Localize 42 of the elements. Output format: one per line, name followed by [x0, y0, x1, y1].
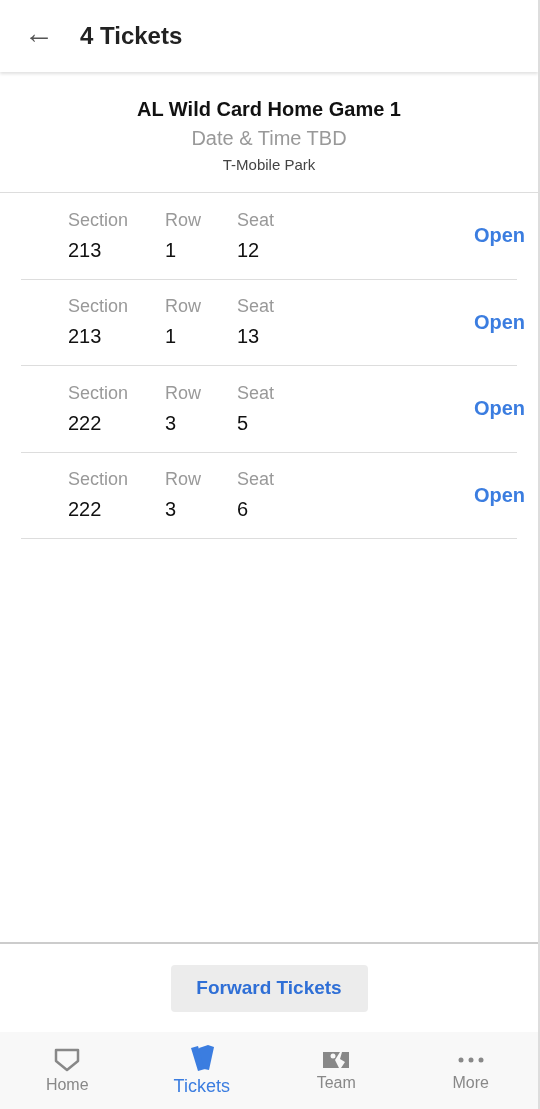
- section-value: 222: [68, 411, 103, 435]
- section-label: Section: [68, 209, 130, 231]
- nav-tab[interactable]: Home: [0, 1032, 135, 1109]
- event-datetime: Date & Time TBD: [191, 126, 347, 150]
- section-value: 213: [68, 238, 103, 262]
- nav-tab[interactable]: More: [403, 1032, 538, 1109]
- seat-label: Seat: [237, 209, 276, 231]
- section-label: Section: [68, 469, 130, 491]
- seat-label: Seat: [237, 469, 276, 491]
- open-button[interactable]: Open: [473, 397, 525, 421]
- home-plate-icon: [54, 1047, 81, 1072]
- seat-value: 5: [237, 411, 250, 435]
- section-value: 222: [68, 498, 103, 522]
- open-button[interactable]: Open: [473, 224, 525, 248]
- section-label: Section: [68, 296, 130, 318]
- row-label: Row: [165, 469, 202, 491]
- page-title: 4 Tickets: [80, 22, 183, 50]
- row-label: Row: [165, 382, 202, 404]
- seat-value: 13: [237, 325, 261, 349]
- row-value: 3: [165, 411, 178, 435]
- row-value: 3: [165, 498, 178, 522]
- row-label: Row: [165, 209, 202, 231]
- row-label: Row: [165, 296, 202, 318]
- nav-tab[interactable]: Tickets: [134, 1032, 269, 1109]
- more-icon: [457, 1056, 484, 1063]
- tickets-icon: [188, 1044, 215, 1072]
- event-name: AL Wild Card Home Game 1: [137, 97, 401, 121]
- seat-label: Seat: [237, 296, 276, 318]
- nav-tab[interactable]: Team: [269, 1032, 404, 1109]
- seat-label: Seat: [237, 382, 276, 404]
- open-button[interactable]: Open: [473, 483, 525, 507]
- baseball-logo-icon: [321, 1049, 352, 1070]
- back-button[interactable]: ←: [20, 18, 58, 54]
- seat-value: 6: [237, 498, 250, 522]
- row-value: 1: [165, 238, 178, 262]
- open-button[interactable]: Open: [473, 310, 525, 334]
- section-label: Section: [68, 382, 130, 404]
- seat-value: 12: [237, 238, 261, 262]
- section-value: 213: [68, 325, 103, 349]
- row-value: 1: [165, 325, 178, 349]
- event-venue: T-Mobile Park: [222, 155, 316, 173]
- forward-tickets-button[interactable]: Forward Tickets: [170, 964, 368, 1012]
